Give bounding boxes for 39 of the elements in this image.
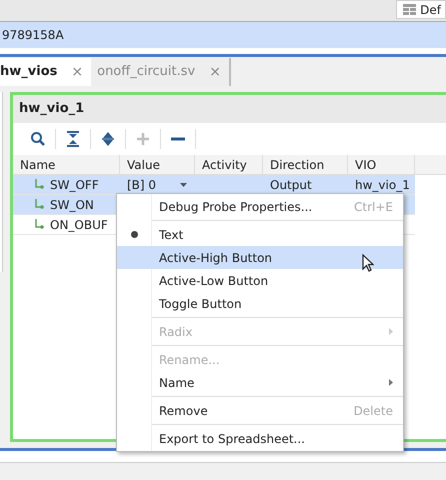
editor-tab[interactable]: hw_vios × [0,58,92,86]
submenu-arrow-icon [389,379,393,386]
device-row[interactable]: 9789158A [0,21,446,48]
mouse-pointer-icon [362,254,374,272]
table-row[interactable]: SW_OFF [B] 0 Output hw_vio_1 [13,175,415,195]
column-header[interactable]: Activity [195,155,263,174]
layout-button[interactable]: Def [396,0,446,19]
signal-icon [35,219,44,230]
panel-title: hw_vio_1 [13,95,446,123]
signal-icon [35,199,44,210]
column-header[interactable]: VIO [348,155,415,174]
menu-item[interactable]: Remove Delete [117,394,403,422]
minus-icon[interactable] [171,137,185,141]
collapse-all-icon[interactable] [66,131,80,147]
signal-icon [35,179,44,190]
menu-item[interactable]: Name [117,371,403,394]
signal-name: ON_OBUF [50,216,108,234]
shortcut-label: Ctrl+E [354,198,393,216]
signal-name: SW_ON [50,196,94,214]
column-header[interactable]: Direction [263,155,348,174]
direction-cell: Output [270,178,312,192]
expand-all-icon[interactable] [101,131,115,147]
vio-cell: hw_vio_1 [355,178,410,192]
signal-name: SW_OFF [50,176,99,194]
submenu-arrow-icon [389,328,393,335]
column-header[interactable]: Name [13,155,120,174]
search-icon[interactable] [30,131,46,147]
column-header[interactable]: Value [120,155,195,174]
dropdown-caret-icon[interactable] [180,182,187,186]
value-cell-text: [B] 0 [127,176,156,194]
close-tab-button[interactable]: × [71,62,84,82]
layout-icon [403,4,416,15]
menu-item[interactable]: Active-High Button [117,246,403,269]
menu-item[interactable]: Text [117,218,403,246]
menu-item[interactable]: Toggle Button [117,292,403,315]
menu-item[interactable]: Export to Spreadsheet... [117,422,403,450]
shortcut-label: Delete [354,402,393,420]
menu-item[interactable]: Active-Low Button [117,269,403,292]
menu-item[interactable]: Debug Probe Properties... Ctrl+E [117,195,403,218]
